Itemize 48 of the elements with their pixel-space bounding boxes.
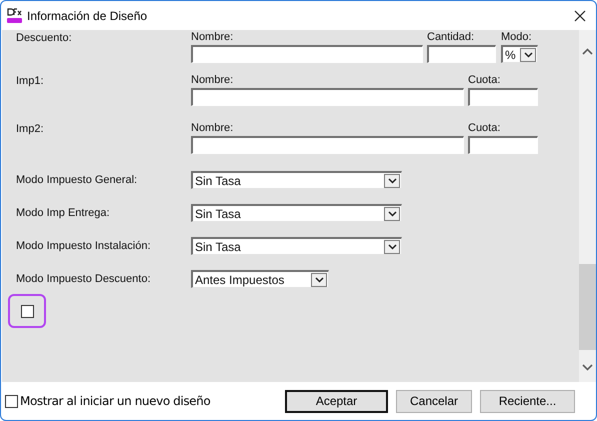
dropdown-button[interactable] — [384, 174, 400, 188]
dropdown-button[interactable] — [311, 272, 327, 286]
scroll-thumb[interactable] — [579, 264, 596, 350]
scroll-down-icon[interactable] — [582, 364, 594, 371]
field-label: Modo Impuesto Descuento: — [16, 272, 152, 287]
field-label: Modo Impuesto General: — [16, 172, 138, 188]
scrollbar[interactable] — [579, 30, 596, 382]
field-label: Cantidad: — [427, 30, 476, 45]
field-label: Imp1: — [16, 74, 45, 88]
field-label: Nombre: — [191, 73, 234, 88]
text-field[interactable] — [468, 88, 538, 106]
dropdown[interactable]: Sin Tasa — [191, 204, 402, 222]
checkbox[interactable] — [20, 304, 34, 318]
dialog-button[interactable]: Reciente... — [480, 390, 575, 412]
field-label: Nombre: — [191, 121, 234, 136]
text-field[interactable] — [191, 45, 423, 63]
checkbox[interactable] — [5, 394, 18, 408]
dropdown-button[interactable] — [384, 240, 400, 254]
dropdown-button[interactable] — [384, 206, 400, 220]
chevron-down-icon — [314, 276, 324, 282]
field-label: Cuota: — [468, 121, 502, 136]
chevron-down-icon — [388, 210, 396, 216]
checkbox-label: Mostrar al iniciar un nuevo diseño — [20, 393, 210, 410]
dropdown[interactable]: % — [501, 45, 538, 63]
text-field[interactable] — [191, 136, 464, 154]
field-label: Descuento: — [16, 31, 73, 45]
field-label: Modo Imp Entrega: — [16, 206, 111, 221]
text-field[interactable] — [427, 45, 496, 63]
field-label: Imp2: — [16, 122, 45, 136]
field-label: Nombre: — [191, 30, 234, 45]
window-title: Información de Diseño — [27, 8, 148, 24]
close-icon[interactable] — [574, 10, 586, 22]
dropdown-button[interactable] — [520, 48, 536, 62]
dropdown[interactable]: Sin Tasa — [191, 237, 402, 255]
text-field[interactable] — [191, 88, 464, 106]
field-label: Modo: — [501, 30, 533, 45]
chevron-down-icon — [388, 178, 396, 184]
field-label: Modo Impuesto Instalación: — [16, 238, 152, 254]
app-logo-icon — [6, 7, 23, 24]
chevron-down-icon — [524, 52, 532, 58]
chevron-down-icon — [388, 244, 396, 250]
scroll-up-icon[interactable] — [582, 48, 594, 55]
dialog-button[interactable]: Cancelar — [396, 390, 472, 412]
field-label: Cuota: — [468, 73, 502, 88]
text-field[interactable] — [468, 136, 538, 154]
dropdown[interactable]: Sin Tasa — [191, 171, 402, 189]
dropdown[interactable]: Antes Impuestos — [191, 270, 329, 288]
dialog-button[interactable]: Aceptar — [285, 390, 388, 412]
